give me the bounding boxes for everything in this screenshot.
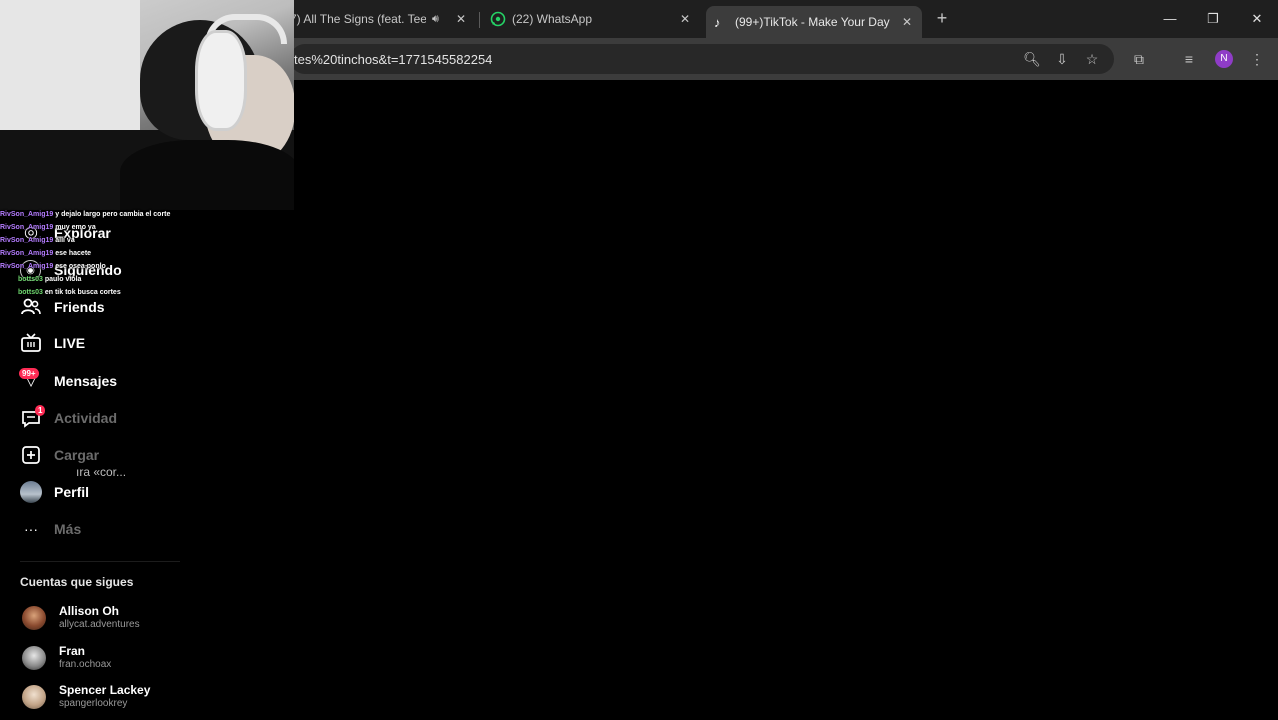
account-handle: spangerlookrey: [59, 698, 128, 709]
search-suggestion-ghost: ıra «cor...: [76, 465, 127, 479]
close-tab-icon[interactable]: ✕: [902, 15, 912, 29]
profile-avatar[interactable]: N: [1215, 50, 1233, 68]
chat-line: botts03 paulo viola: [0, 273, 200, 286]
nav-item-live[interactable]: LIVE: [20, 332, 85, 354]
messages-badge: 99+: [19, 368, 39, 379]
chat-line: RivSon_Amig19 ese hacete: [0, 247, 200, 260]
chat-username: RivSon_Amig19: [0, 211, 54, 218]
upload-icon: [22, 446, 40, 464]
bookmark-star-icon[interactable]: ☆: [1083, 50, 1101, 68]
url-text[interactable]: tes%20tinchos&t=1771545582254: [294, 52, 492, 67]
tab-title: (22) WhatsApp: [512, 12, 593, 26]
new-tab-button[interactable]: +: [932, 8, 952, 28]
restore-icon[interactable]: ❐: [1204, 10, 1222, 28]
install-app-icon[interactable]: ⇩: [1053, 50, 1071, 68]
minimize-icon[interactable]: —: [1161, 10, 1179, 28]
chat-message: alli va: [55, 237, 75, 244]
streamer-shirt: [120, 140, 294, 210]
avatar: [22, 646, 46, 670]
menu-kebab-icon[interactable]: ⋮: [1248, 50, 1266, 68]
nav-label: Actividad: [54, 410, 118, 426]
chat-message: muy emo ya: [55, 224, 96, 231]
tab-whatsapp[interactable]: (22) WhatsApp ✕: [488, 0, 698, 38]
extensions-icon[interactable]: ⧉: [1130, 50, 1148, 68]
chat-line: RivSon_Amig19 alli va: [0, 234, 200, 247]
close-tab-icon[interactable]: ✕: [680, 12, 690, 26]
close-tab-icon[interactable]: ✕: [456, 12, 466, 26]
chat-username: botts03: [18, 289, 43, 296]
chat-line: RivSon_Amig19 y dejalo largo pero cambia…: [0, 208, 200, 221]
chat-overlay: RivSon_Amig19 y dejalo largo pero cambia…: [0, 208, 200, 299]
nav-label: Perfil: [54, 484, 90, 500]
chat-username: RivSon_Amig19: [0, 263, 54, 270]
friends-icon: [21, 298, 41, 315]
avatar: [22, 685, 46, 709]
nav-label: LIVE: [54, 335, 86, 351]
tab-tiktok[interactable]: ♪ (99+)TikTok - Make Your Day ✕: [706, 6, 922, 38]
account-handle: fran.ochoax: [59, 659, 112, 670]
chat-line: botts03 en tik tok busca cortes: [0, 286, 200, 299]
webcam-overlay: [0, 0, 294, 210]
chat-line: RivSon_Amig19 ese osea ponlo: [0, 260, 200, 273]
tab-music[interactable]: 7) All The Signs (feat. Teezo 🔊︎ ✕: [290, 0, 475, 38]
close-window-icon[interactable]: ✕: [1248, 10, 1266, 28]
following-section-title: Cuentas que sigues: [20, 575, 134, 589]
chat-username: RivSon_Amig19: [0, 250, 54, 257]
tab-separator: [479, 12, 480, 28]
chat-message: ese hacete: [55, 250, 92, 257]
account-name: Allison Oh: [59, 604, 119, 618]
zoom-icon[interactable]: 🔍︎: [1023, 50, 1041, 68]
tab-title: 7) All The Signs (feat. Teezo: [290, 12, 426, 26]
nav-item-profile[interactable]: Perfil: [20, 481, 89, 503]
more-icon: ···: [24, 521, 38, 537]
tiktok-icon: ♪: [714, 14, 721, 30]
chat-message: ese osea ponlo: [55, 263, 106, 270]
tab-title: (99+)TikTok - Make Your Day: [735, 15, 890, 29]
chat-username: RivSon_Amig19: [0, 237, 54, 244]
account-name: Spencer Lackey: [59, 683, 151, 697]
chat-message: y dejalo largo pero cambia el corte: [55, 211, 171, 218]
nav-item-activity[interactable]: 1 Actividad: [20, 405, 117, 429]
media-controls-icon[interactable]: ≡: [1180, 50, 1198, 68]
whatsapp-icon: [490, 11, 506, 27]
live-tv-icon: [21, 333, 41, 352]
account-handle: allycat.adventures: [59, 619, 140, 630]
chat-line: RivSon_Amig19 muy emo ya: [0, 221, 200, 234]
headphones-cup: [195, 30, 247, 131]
chat-message: en tik tok busca cortes: [44, 289, 121, 296]
account-name: Fran: [59, 644, 86, 658]
nav-item-friends[interactable]: Friends: [20, 296, 105, 318]
chat-message: paulo viola: [44, 276, 82, 283]
profile-avatar: [20, 481, 42, 503]
chat-username: RivSon_Amig19: [0, 224, 54, 231]
nav-label: Más: [54, 521, 82, 537]
nav-item-upload[interactable]: Cargar: [20, 444, 99, 466]
chat-username: botts03: [18, 276, 43, 283]
nav-label: Mensajes: [54, 373, 118, 389]
nav-item-messages[interactable]: ▽ 99+ Mensajes: [19, 368, 117, 392]
nav-label: Friends: [54, 299, 105, 315]
nav-label: Cargar: [54, 447, 100, 463]
activity-badge: 1: [35, 405, 46, 416]
sidebar-divider: [20, 561, 180, 562]
nav-item-more[interactable]: ··· Más: [20, 518, 81, 540]
speaker-icon[interactable]: 🔊︎: [432, 13, 439, 26]
avatar: [22, 606, 46, 630]
